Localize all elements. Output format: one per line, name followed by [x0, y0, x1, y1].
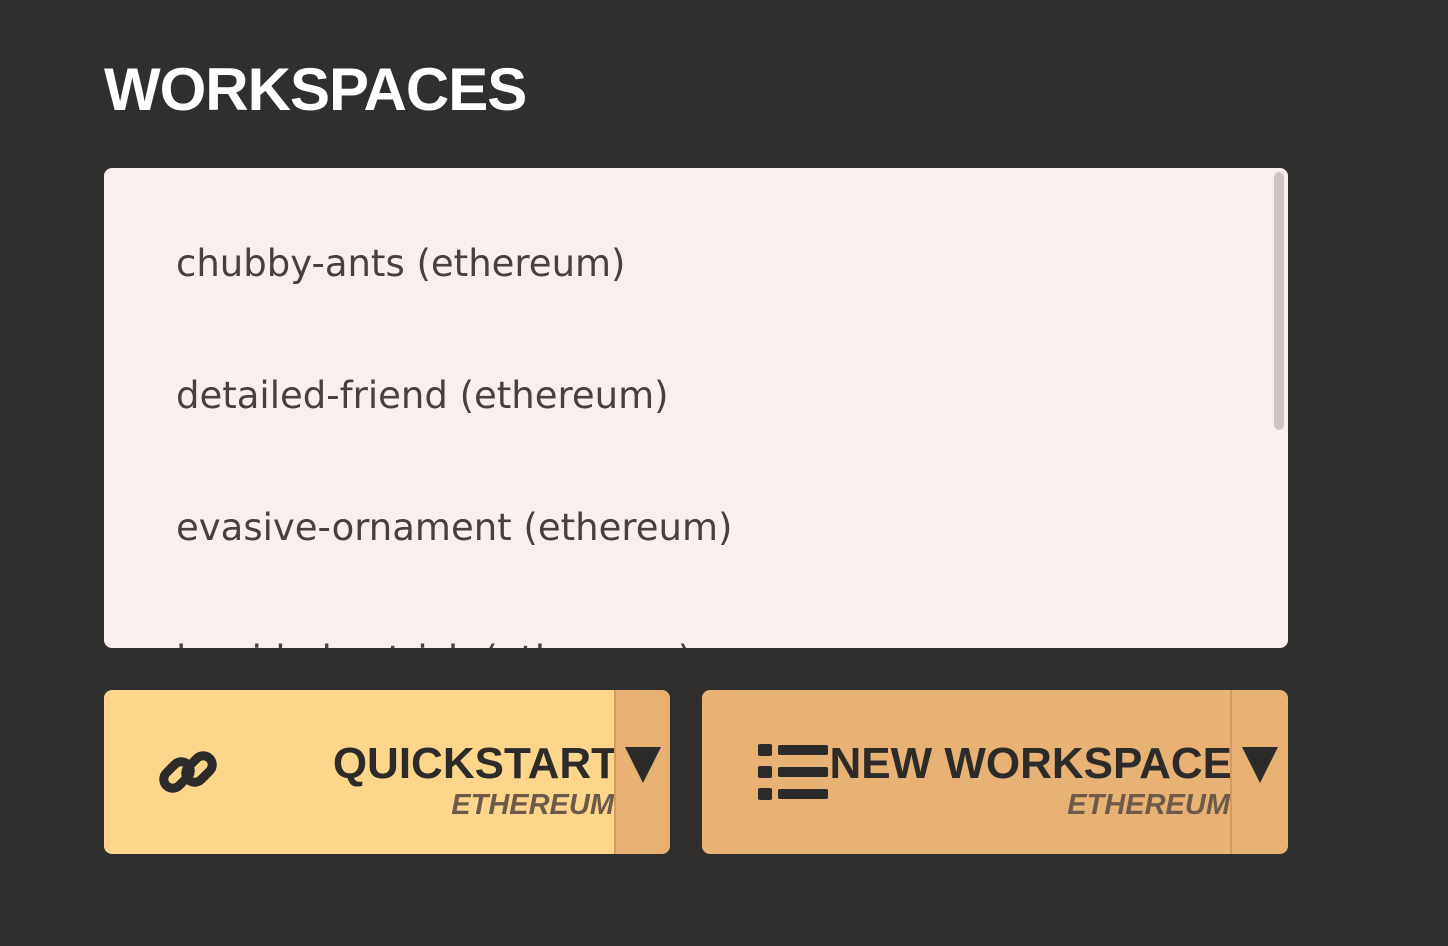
link-icon — [158, 742, 218, 807]
workspace-list[interactable]: chubby-ants (ethereum) detailed-friend (… — [104, 168, 1288, 648]
quickstart-button[interactable]: QUICKSTART ETHEREUM — [104, 690, 618, 854]
new-workspace-dropdown-button[interactable] — [1230, 690, 1288, 854]
caret-down-icon — [625, 747, 661, 783]
list-icon — [756, 742, 830, 807]
quickstart-label: QUICKSTART — [332, 739, 618, 788]
workspace-item-chubby-ants[interactable]: chubby-ants (ethereum) — [176, 234, 626, 294]
quickstart-dropdown-button[interactable] — [614, 690, 670, 854]
workspace-list-scrollbar[interactable] — [1274, 172, 1284, 644]
caret-down-icon — [1242, 747, 1278, 783]
scrollbar-thumb[interactable] — [1274, 172, 1284, 430]
page-title: WORKSPACES — [104, 56, 527, 123]
new-workspace-button-group: NEW WORKSPACE ETHEREUM — [702, 690, 1288, 854]
new-workspace-button[interactable]: NEW WORKSPACE ETHEREUM — [702, 690, 1232, 854]
new-workspace-label: NEW WORKSPACE — [829, 739, 1232, 788]
workspace-item-partial[interactable]: lopsided-ostrich (ethereum) — [176, 630, 692, 648]
quickstart-button-group: QUICKSTART ETHEREUM — [104, 690, 670, 854]
quickstart-sublabel: ETHEREUM — [451, 789, 614, 821]
workspace-item-evasive-ornament[interactable]: evasive-ornament (ethereum) — [176, 498, 732, 558]
workspace-item-detailed-friend[interactable]: detailed-friend (ethereum) — [176, 366, 669, 426]
new-workspace-sublabel: ETHEREUM — [1067, 789, 1230, 821]
